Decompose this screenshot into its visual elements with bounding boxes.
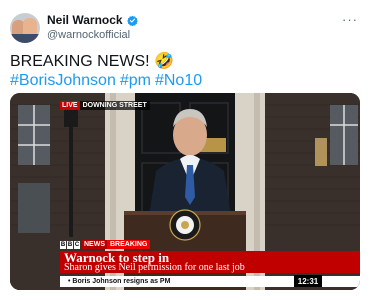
hashtags: #BorisJohnson #pm #No10 — [10, 71, 206, 91]
bbc-logo: BBC — [60, 240, 80, 249]
live-tag: LIVE DOWNING STREET — [60, 101, 150, 110]
breaking-label: BREAKING — [107, 240, 151, 249]
hashtag-link[interactable]: #pm — [120, 72, 151, 89]
live-label: LIVE — [60, 101, 80, 110]
subheadline: Sharon gives Neil permission for one las… — [64, 262, 245, 273]
tweet-text: BREAKING NEWS! 🤣 — [10, 53, 174, 70]
tweet: Neil Warnock @warnockofficial ··· BREAKI… — [0, 0, 370, 300]
hashtag-link[interactable]: #No10 — [155, 72, 202, 89]
avatar[interactable] — [10, 13, 40, 43]
handle[interactable]: @warnockofficial — [47, 29, 130, 41]
news-banner: BBC NEWS BREAKING Warnock to step in Sha… — [10, 240, 360, 290]
author-row: Neil Warnock — [47, 13, 138, 27]
ticker-text: • Boris Johnson resigns as PM — [68, 278, 171, 285]
verified-badge-icon — [126, 15, 138, 26]
tweet-image[interactable]: LIVE DOWNING STREET BBC NEWS BREAKING Wa… — [10, 93, 360, 290]
headline-box: Warnock to step in Sharon gives Neil per… — [60, 251, 360, 273]
bbc-news-bar: BBC NEWS BREAKING — [60, 240, 151, 249]
location-label: DOWNING STREET — [79, 101, 150, 110]
news-label: NEWS — [82, 240, 107, 249]
hashtag-link[interactable]: #BorisJohnson — [10, 72, 116, 89]
more-options-icon[interactable]: ··· — [342, 12, 358, 27]
clock: 12:31 — [294, 275, 322, 287]
display-name[interactable]: Neil Warnock — [47, 13, 123, 27]
